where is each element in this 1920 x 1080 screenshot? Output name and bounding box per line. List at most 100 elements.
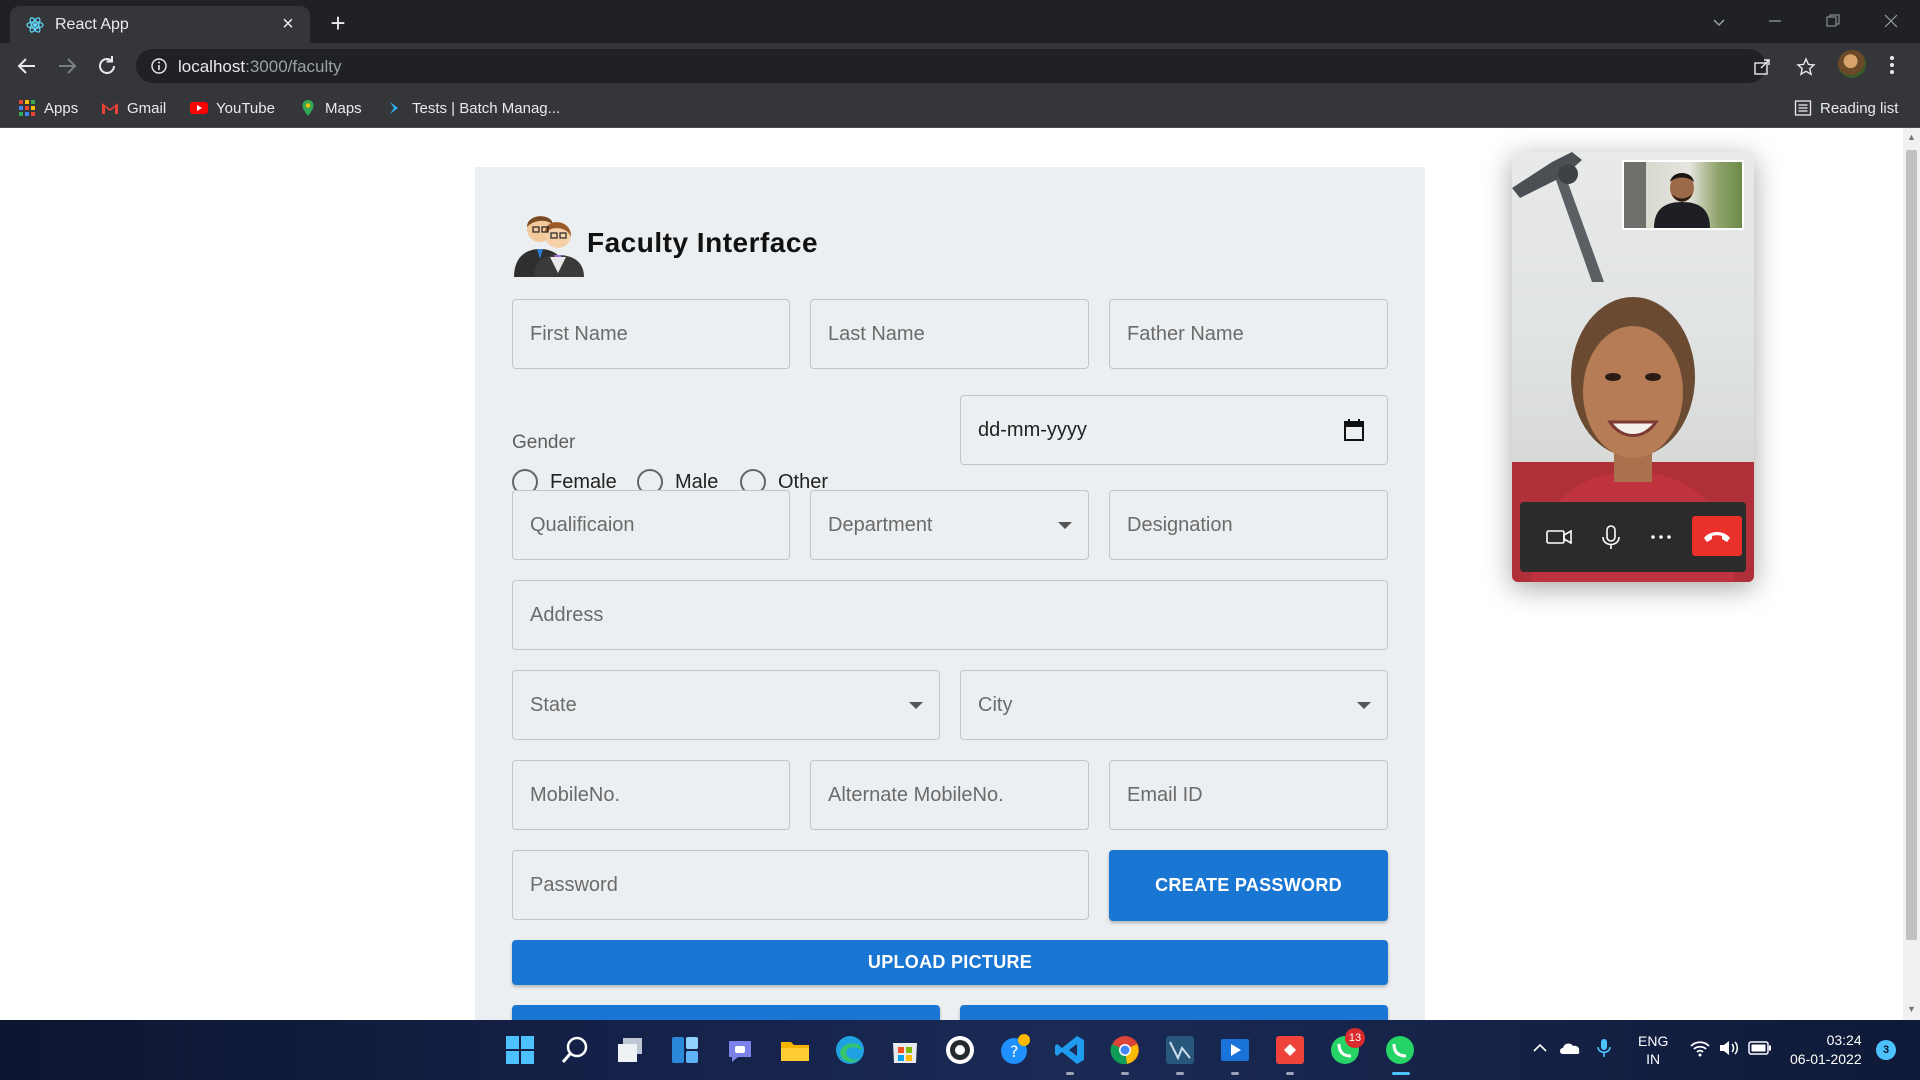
self-view-person [1624,162,1710,228]
microphone-tray-icon[interactable] [1594,1037,1614,1059]
microphone-icon[interactable] [1594,520,1628,554]
anydesk-icon[interactable] [1274,1034,1306,1066]
address-bar[interactable]: localhost:3000/faculty [136,49,1816,83]
calendar-icon[interactable] [1343,418,1365,442]
department-select[interactable]: Department [810,490,1089,560]
department-placeholder: Department [828,514,933,536]
scroll-down-arrow-icon[interactable]: ▼ [1906,1004,1917,1016]
running-indicator [1286,1072,1294,1075]
clock-time: 03:24 [1826,1032,1862,1048]
running-indicator [1176,1072,1184,1075]
windows-taskbar: ? 13 ENG IN 03:24 06-01-2022 3 [0,1020,1920,1080]
hang-up-icon [1704,532,1730,542]
whatsapp-active-icon[interactable] [1384,1034,1416,1066]
url-text: localhost:3000/faculty [178,57,342,76]
bookmark-maps[interactable]: Maps [299,96,362,120]
qualification-input[interactable]: Qualificaion [512,490,790,560]
more-options-icon[interactable] [1644,520,1678,554]
chevron-up-icon[interactable] [1530,1038,1550,1058]
scrollbar-thumb[interactable] [1906,150,1917,940]
language-indicator[interactable]: ENG IN [1638,1032,1668,1068]
browser-tabstrip: React App × + [0,0,1920,43]
bookmark-youtube[interactable]: YouTube [190,96,275,120]
father-name-input[interactable]: Father Name [1109,299,1388,369]
onedrive-icon[interactable] [1558,1038,1582,1058]
last-name-input[interactable]: Last Name [810,299,1089,369]
self-view-video[interactable] [1622,160,1744,230]
minimize-button[interactable] [1752,6,1798,36]
region-code: IN [1646,1051,1661,1067]
clock[interactable]: 03:24 06-01-2022 [1790,1031,1862,1069]
reload-icon[interactable] [90,49,124,83]
microsoft-store-icon[interactable] [889,1034,921,1066]
password-input[interactable]: Password [512,850,1089,920]
reading-list[interactable]: Reading list [1794,96,1898,120]
new-tab-button[interactable]: + [322,8,354,40]
profile-avatar[interactable] [1838,50,1866,78]
volume-icon[interactable] [1718,1038,1740,1058]
bookmark-label: Tests | Batch Manag... [412,99,561,117]
share-icon[interactable] [1752,57,1772,77]
tab-search-icon[interactable] [1696,6,1742,36]
running-indicator [1121,1072,1129,1075]
designation-input[interactable]: Designation [1109,490,1388,560]
close-window-button[interactable] [1868,6,1914,36]
date-of-birth-input[interactable]: dd-mm-yyyy [960,395,1388,465]
react-icon [26,17,44,33]
video-call-window[interactable] [1512,152,1754,582]
dropdown-arrow-icon [909,702,923,709]
close-tab-icon[interactable]: × [276,12,300,36]
bookmark-star-icon[interactable] [1796,57,1816,77]
media-player-icon[interactable] [1219,1034,1251,1066]
call-controls-bar [1520,502,1746,572]
scroll-up-arrow-icon[interactable]: ▲ [1906,132,1917,144]
city-select[interactable]: City [960,670,1388,740]
bookmark-apps[interactable]: Apps [18,96,78,120]
chrome-icon[interactable] [1109,1034,1141,1066]
qualification-placeholder: Qualificaion [530,514,635,536]
end-call-button[interactable] [1692,516,1742,556]
mysql-workbench-icon[interactable] [1164,1034,1196,1066]
mobile-placeholder: MobileNo. [530,784,621,806]
bookmarks-bar: Apps Gmail YouTube Maps Tests | Batch Ma… [0,88,1920,128]
task-view-icon[interactable] [614,1034,646,1066]
first-name-placeholder: First Name [530,323,628,345]
teams-chat-icon[interactable] [724,1034,756,1066]
widgets-icon[interactable] [669,1034,701,1066]
upload-picture-button[interactable]: UPLOAD PICTURE [512,940,1388,985]
alternate-mobile-input[interactable]: Alternate MobileNo. [810,760,1089,830]
browser-tab[interactable]: React App × [10,6,310,43]
bookmark-gmail[interactable]: Gmail [101,96,166,120]
bookmark-tests[interactable]: Tests | Batch Manag... [386,96,560,120]
state-select[interactable]: State [512,670,940,740]
wifi-icon[interactable] [1689,1038,1711,1058]
restore-button[interactable] [1810,6,1856,36]
running-indicator [1066,1072,1074,1075]
first-name-input[interactable]: First Name [512,299,790,369]
email-input[interactable]: Email ID [1109,760,1388,830]
language-code: ENG [1638,1033,1669,1049]
back-icon[interactable] [10,49,44,83]
clock-date: 06-01-2022 [1790,1051,1862,1067]
page-title: Faculty Interface [587,227,819,258]
battery-icon[interactable] [1748,1039,1772,1057]
email-placeholder: Email ID [1127,784,1203,806]
mobile-input[interactable]: MobileNo. [512,760,790,830]
address-input[interactable]: Address [512,580,1388,650]
site-info-icon[interactable] [150,57,168,75]
github-desktop-icon[interactable] [944,1034,976,1066]
edge-icon[interactable] [834,1034,866,1066]
create-password-button[interactable]: CREATE PASSWORD [1109,850,1388,921]
search-icon[interactable] [559,1034,591,1066]
notification-count-badge[interactable]: 3 [1876,1040,1896,1060]
dropdown-arrow-icon [1058,522,1072,529]
running-indicator [1231,1072,1239,1075]
forward-icon[interactable] [50,49,84,83]
help-icon[interactable]: ? [999,1034,1031,1066]
start-icon[interactable] [504,1034,536,1066]
file-explorer-icon[interactable] [779,1034,811,1066]
vscode-icon[interactable] [1054,1034,1086,1066]
browser-menu-icon[interactable] [1884,53,1900,77]
camera-icon[interactable] [1542,520,1576,554]
faculty-form-card: Faculty Interface First Name Last Name F… [475,167,1425,1050]
